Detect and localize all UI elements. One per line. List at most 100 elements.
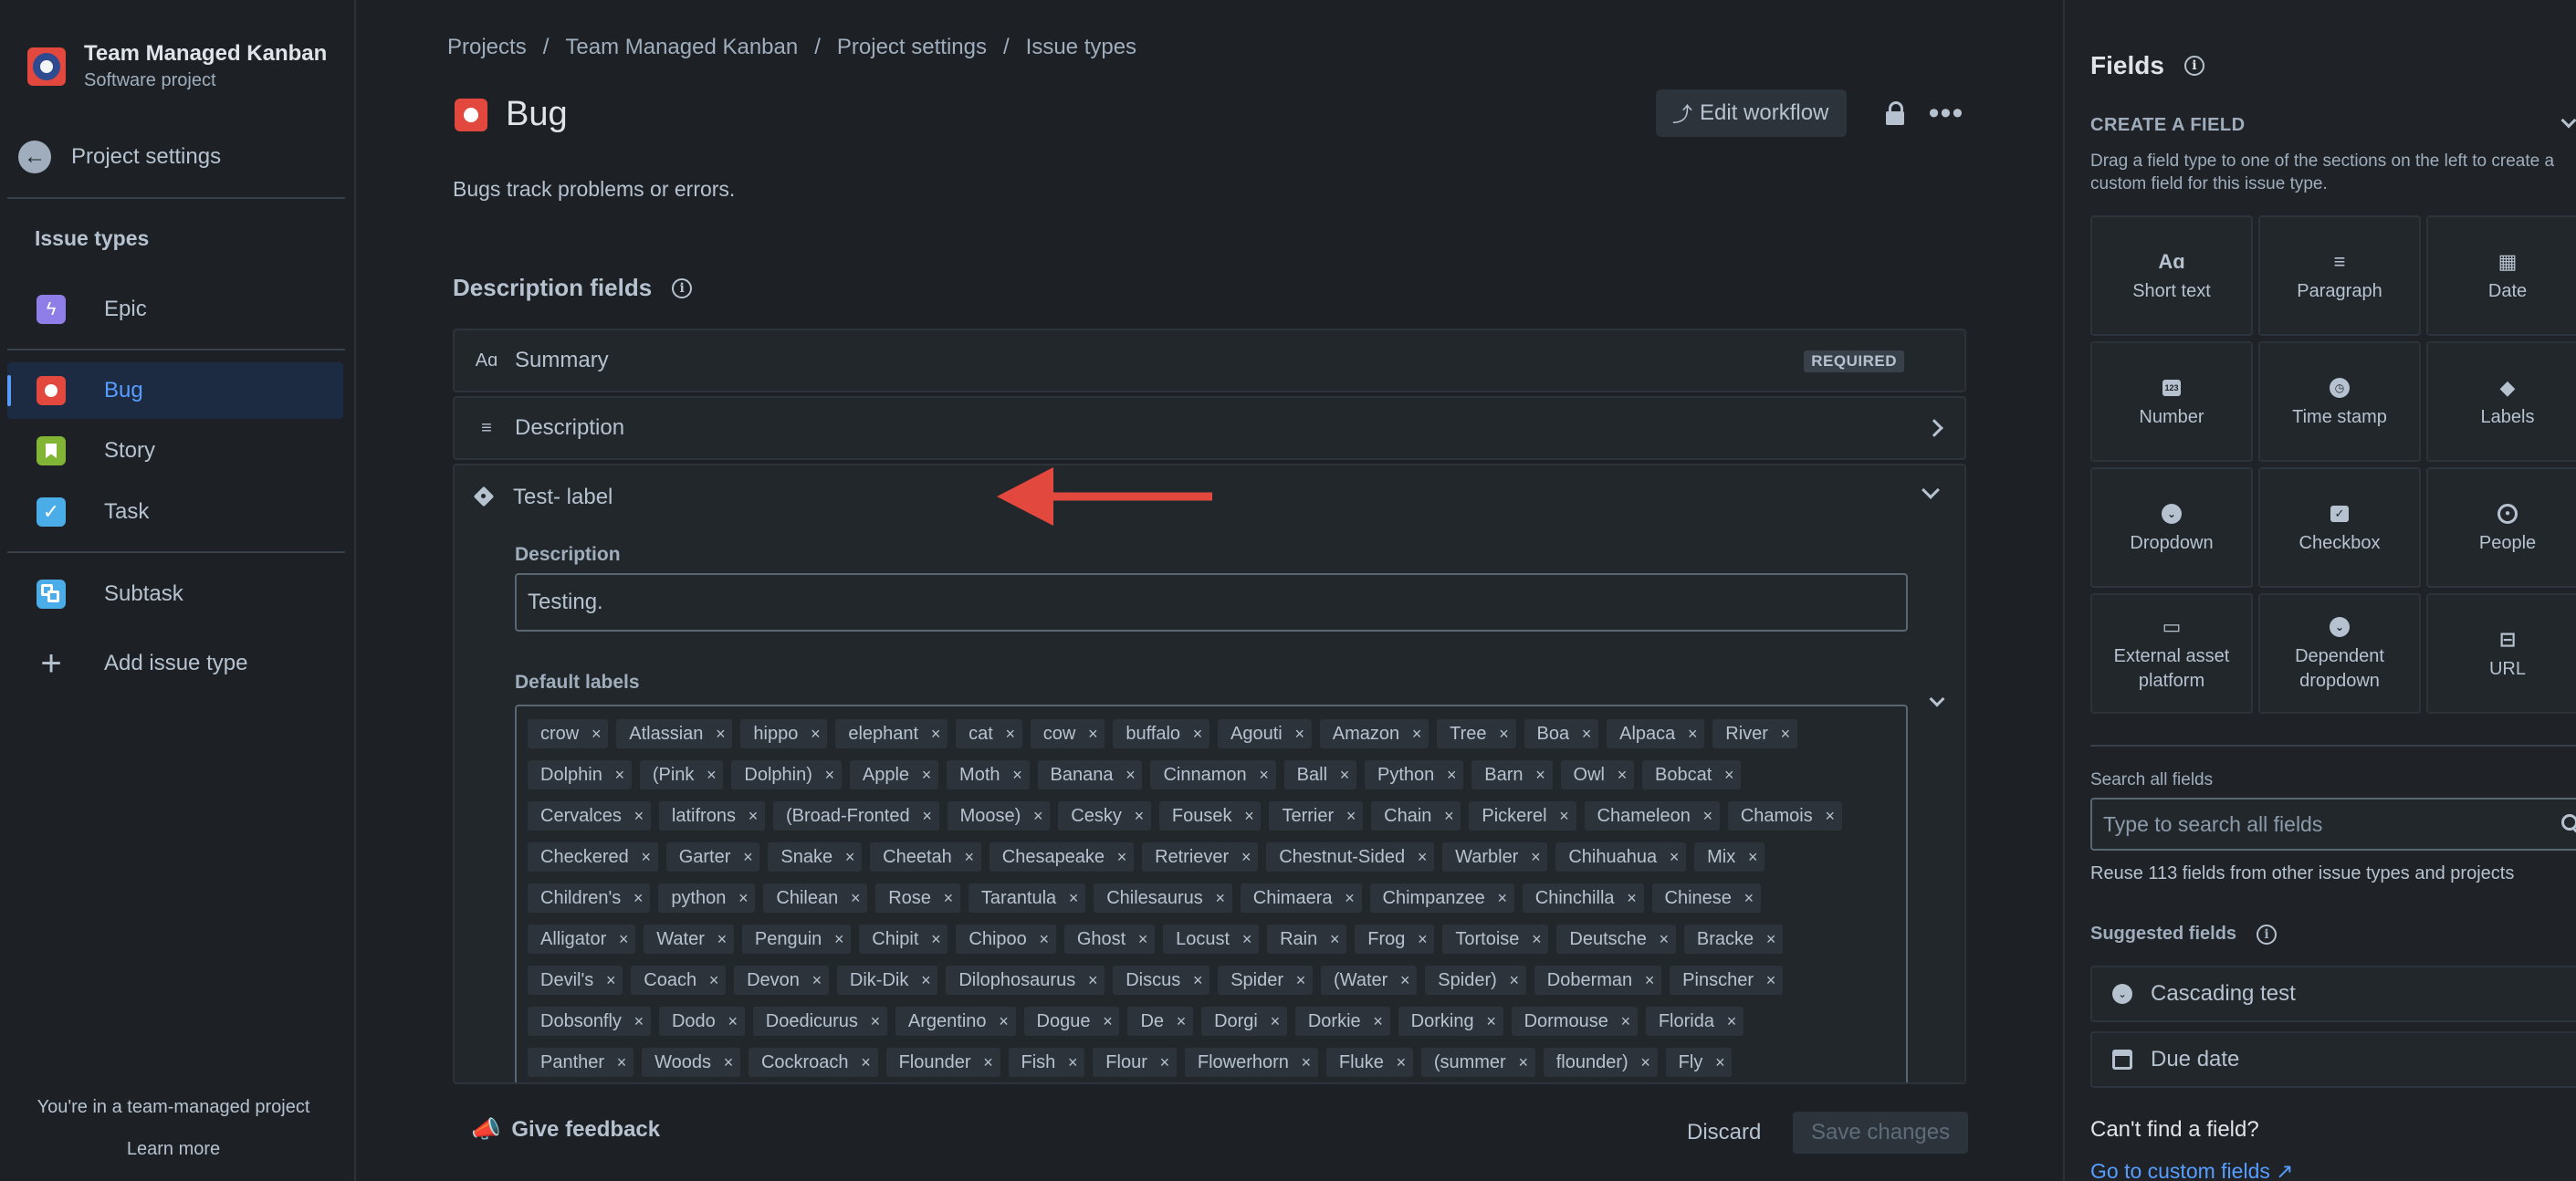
field-type-number[interactable]: 123 Number — [2090, 341, 2253, 462]
suggested-field-cascading-test[interactable]: ⌄ Cascading test — [2090, 966, 2576, 1022]
remove-label-icon[interactable]: × — [1212, 889, 1229, 908]
field-type-people[interactable]: ● People — [2426, 467, 2576, 588]
remove-label-icon[interactable]: × — [703, 766, 719, 785]
remove-label-icon[interactable]: × — [1414, 930, 1430, 949]
remove-label-icon[interactable]: × — [1114, 848, 1130, 867]
remove-label-icon[interactable]: × — [1777, 725, 1794, 744]
remove-label-icon[interactable]: × — [1084, 971, 1101, 990]
remove-label-icon[interactable]: × — [918, 766, 935, 785]
remove-label-icon[interactable]: × — [739, 848, 756, 867]
remove-label-icon[interactable]: × — [919, 807, 936, 826]
remove-label-icon[interactable]: × — [1131, 807, 1147, 826]
remove-label-icon[interactable]: × — [1822, 807, 1838, 826]
chevron-down-icon[interactable] — [1929, 691, 1945, 707]
suggested-field-due-date[interactable]: Due date — [2090, 1031, 2576, 1088]
remove-label-icon[interactable]: × — [927, 930, 944, 949]
remove-label-icon[interactable]: × — [1763, 930, 1779, 949]
remove-label-icon[interactable]: × — [1408, 725, 1425, 744]
remove-label-icon[interactable]: × — [1712, 1053, 1728, 1072]
remove-label-icon[interactable]: × — [961, 848, 978, 867]
remove-label-icon[interactable]: × — [1578, 725, 1595, 744]
sidebar-item-epic[interactable]: ϟ Epic — [7, 281, 343, 338]
remove-label-icon[interactable]: × — [1494, 889, 1511, 908]
remove-label-icon[interactable]: × — [847, 889, 864, 908]
add-issue-type-button[interactable]: + Add issue type — [7, 635, 343, 692]
remove-label-icon[interactable]: × — [1741, 889, 1757, 908]
sidebar-item-story[interactable]: Story — [7, 423, 343, 479]
info-icon[interactable]: i — [672, 277, 693, 298]
remove-label-icon[interactable]: × — [1064, 1053, 1081, 1072]
remove-label-icon[interactable]: × — [1256, 766, 1272, 785]
search-fields-input[interactable] — [2092, 800, 2576, 849]
remove-label-icon[interactable]: × — [1238, 848, 1254, 867]
field-type-dropdown[interactable]: ⌄ Dropdown — [2090, 467, 2253, 588]
remove-label-icon[interactable]: × — [1099, 1012, 1115, 1031]
field-summary[interactable]: Aɑ Summary REQUIRED — [453, 329, 1966, 392]
remove-label-icon[interactable]: × — [1763, 971, 1779, 990]
remove-label-icon[interactable]: × — [1723, 1012, 1740, 1031]
breadcrumb-issue-types[interactable]: Issue types — [1026, 35, 1136, 60]
remove-label-icon[interactable]: × — [807, 725, 823, 744]
remove-label-icon[interactable]: × — [1440, 807, 1457, 826]
remove-label-icon[interactable]: × — [1239, 930, 1255, 949]
remove-label-icon[interactable]: × — [996, 1012, 1012, 1031]
remove-label-icon[interactable]: × — [1618, 1012, 1634, 1031]
remove-label-icon[interactable]: × — [1624, 889, 1640, 908]
remove-label-icon[interactable]: × — [720, 1053, 737, 1072]
remove-label-icon[interactable]: × — [714, 930, 730, 949]
go-to-custom-fields-link[interactable]: Go to custom fields ↗ — [2090, 1159, 2294, 1181]
give-feedback-button[interactable]: 📣 Give feedback — [471, 1115, 660, 1144]
breadcrumb-projects[interactable]: Projects — [447, 35, 527, 60]
remove-label-icon[interactable]: × — [822, 766, 838, 785]
remove-label-icon[interactable]: × — [613, 1053, 630, 1072]
remove-label-icon[interactable]: × — [842, 848, 858, 867]
remove-label-icon[interactable]: × — [1065, 889, 1082, 908]
remove-label-icon[interactable]: × — [725, 1012, 741, 1031]
remove-label-icon[interactable]: × — [1515, 1053, 1532, 1072]
remove-label-icon[interactable]: × — [1292, 725, 1308, 744]
remove-label-icon[interactable]: × — [1721, 766, 1737, 785]
remove-label-icon[interactable]: × — [1638, 1053, 1654, 1072]
learn-more-link[interactable]: Learn more — [0, 1139, 347, 1160]
remove-label-icon[interactable]: × — [1293, 971, 1309, 990]
remove-label-icon[interactable]: × — [1326, 930, 1343, 949]
field-type-external-asset-platform[interactable]: ▭ External asset platform — [2090, 593, 2253, 714]
remove-label-icon[interactable]: × — [1036, 930, 1052, 949]
remove-label-icon[interactable]: × — [1122, 766, 1138, 785]
remove-label-icon[interactable]: × — [1157, 1053, 1173, 1072]
remove-label-icon[interactable]: × — [1267, 1012, 1283, 1031]
remove-label-icon[interactable]: × — [588, 725, 604, 744]
chevron-down-icon[interactable] — [2560, 112, 2576, 129]
remove-label-icon[interactable]: × — [602, 971, 619, 990]
remove-label-icon[interactable]: × — [1298, 1053, 1314, 1072]
remove-label-icon[interactable]: × — [1684, 725, 1701, 744]
remove-label-icon[interactable]: × — [612, 766, 628, 785]
remove-label-icon[interactable]: × — [1336, 766, 1353, 785]
remove-label-icon[interactable]: × — [745, 807, 761, 826]
sidebar-item-task[interactable]: ✓ Task — [7, 484, 343, 540]
edit-workflow-button[interactable]: ⤴ Edit workflow — [1656, 89, 1848, 137]
remove-label-icon[interactable]: × — [1556, 807, 1573, 826]
remove-label-icon[interactable]: × — [638, 848, 654, 867]
remove-label-icon[interactable]: × — [1656, 930, 1672, 949]
field-type-paragraph[interactable]: ≡ Paragraph — [2258, 215, 2421, 336]
remove-label-icon[interactable]: × — [1666, 848, 1682, 867]
remove-label-icon[interactable]: × — [1744, 848, 1761, 867]
remove-label-icon[interactable]: × — [927, 725, 944, 744]
field-type-dependent-dropdown[interactable]: ⌄ Dependent dropdown — [2258, 593, 2421, 714]
remove-label-icon[interactable]: × — [1528, 930, 1545, 949]
remove-label-icon[interactable]: × — [1189, 725, 1206, 744]
field-type-url[interactable]: ⊟ URL — [2426, 593, 2576, 714]
remove-label-icon[interactable]: × — [1189, 971, 1206, 990]
remove-label-icon[interactable]: × — [831, 930, 847, 949]
remove-label-icon[interactable]: × — [735, 889, 751, 908]
remove-label-icon[interactable]: × — [858, 1053, 874, 1072]
sidebar-item-bug[interactable]: Bug — [7, 362, 343, 419]
info-icon[interactable]: i — [2183, 56, 2204, 76]
field-type-time-stamp[interactable]: ◷ Time stamp — [2258, 341, 2421, 462]
remove-label-icon[interactable]: × — [1397, 971, 1413, 990]
remove-label-icon[interactable]: × — [1370, 1012, 1387, 1031]
remove-label-icon[interactable]: × — [1393, 1053, 1409, 1072]
info-icon[interactable]: i — [2257, 924, 2278, 945]
remove-label-icon[interactable]: × — [1700, 807, 1716, 826]
